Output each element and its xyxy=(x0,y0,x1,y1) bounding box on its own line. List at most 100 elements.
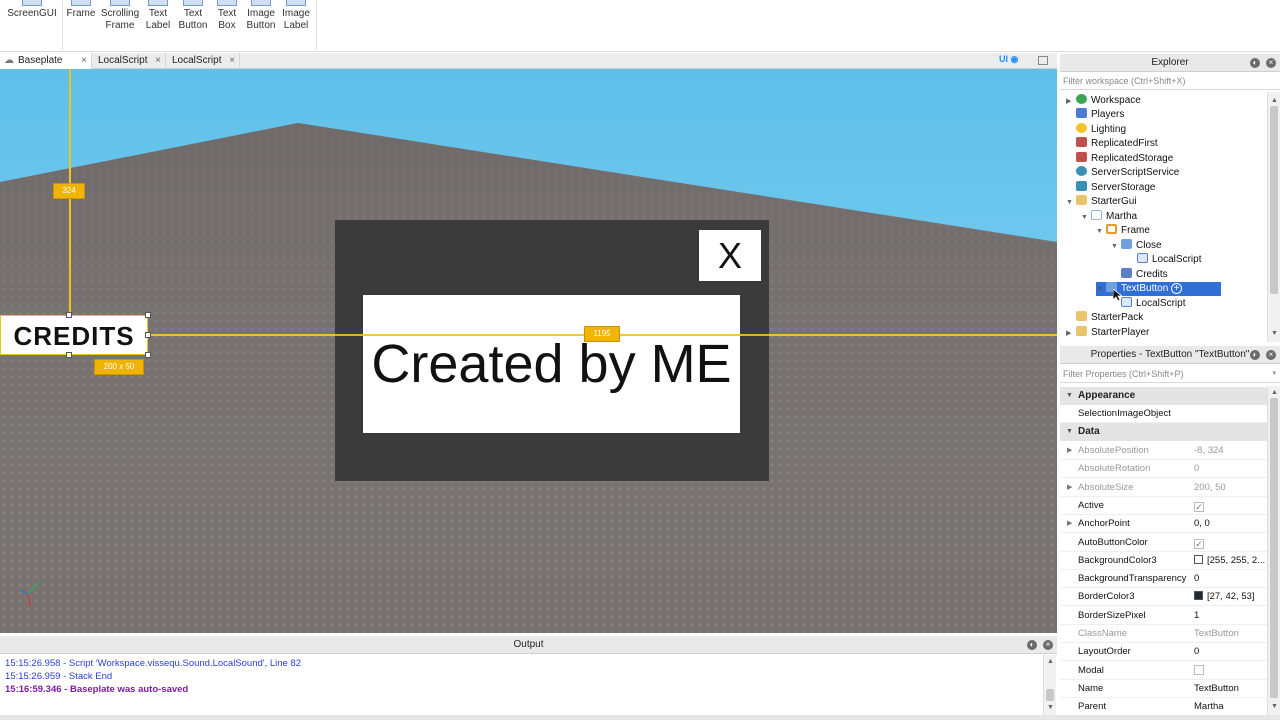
tree-item-close[interactable]: ▼ Close xyxy=(1111,239,1162,253)
explorer-scrollbar[interactable]: ▲ ▼ xyxy=(1267,92,1280,342)
tree-item-localscript[interactable]: LocalScript xyxy=(1127,253,1201,267)
dropdown-arrow-icon[interactable]: ▾ xyxy=(1272,367,1276,381)
property-value[interactable]: Martha xyxy=(1194,698,1224,716)
tree-item-credits[interactable]: Credits xyxy=(1111,268,1168,282)
collapse-arrow-icon[interactable]: ▼ xyxy=(1066,387,1073,405)
resize-handle[interactable] xyxy=(145,352,151,358)
tree-item-replicated-storage[interactable]: ReplicatedStorage xyxy=(1066,152,1173,166)
created-by-label[interactable]: Created by ME xyxy=(363,295,740,433)
ribbon-image-button-button[interactable]: Image Button xyxy=(244,0,278,32)
close-icon[interactable]: × xyxy=(229,53,235,69)
expand-arrow-icon[interactable]: ▶ xyxy=(1067,442,1072,460)
property-layout-order[interactable]: LayoutOrder 0 xyxy=(1060,643,1267,661)
active-checkbox[interactable]: ✓ xyxy=(1194,502,1204,512)
3d-viewport[interactable]: 324 1195 X Created by ME 1195 CREDITS 20… xyxy=(0,69,1057,633)
tree-item-lighting[interactable]: Lighting xyxy=(1066,123,1126,137)
tree-item-players[interactable]: Players xyxy=(1066,108,1124,122)
property-parent[interactable]: Parent Martha xyxy=(1060,698,1267,716)
resize-handle[interactable] xyxy=(145,332,151,338)
tree-item-starter-player[interactable]: ▶ StarterPlayer xyxy=(1066,326,1149,340)
properties-scrollbar[interactable]: ▲ ▼ xyxy=(1267,386,1280,716)
tree-item-server-storage[interactable]: ServerStorage xyxy=(1066,181,1155,195)
close-icon[interactable]: × xyxy=(1043,640,1053,650)
ribbon-image-label-button[interactable]: Image Label xyxy=(280,0,312,32)
ribbon-scrolling-frame-button[interactable]: Scrolling Frame xyxy=(100,0,140,32)
property-absolute-rotation[interactable]: AbsoluteRotation 0 xyxy=(1060,460,1267,478)
close-icon[interactable]: × xyxy=(155,53,161,69)
property-modal[interactable]: Modal xyxy=(1060,662,1267,680)
close-gui-button[interactable]: X xyxy=(699,230,761,281)
collapse-arrow-icon[interactable]: ▼ xyxy=(1066,423,1073,441)
property-value[interactable]: 1 xyxy=(1194,607,1199,625)
tab-localscript[interactable]: LocalScript × xyxy=(94,53,166,69)
scroll-up-icon[interactable]: ▲ xyxy=(1271,389,1278,396)
ribbon-text-button-button[interactable]: Text Button xyxy=(176,0,210,32)
property-value[interactable]: 0 xyxy=(1194,570,1199,588)
property-value[interactable]: TextButton xyxy=(1194,680,1239,698)
property-value[interactable]: 0, 0 xyxy=(1194,515,1210,533)
tree-item-frame[interactable]: ▼ Frame xyxy=(1096,224,1150,238)
expand-arrow-icon[interactable]: ▶ xyxy=(1067,515,1072,533)
property-absolute-size[interactable]: ▶ AbsoluteSize 200, 50 xyxy=(1060,479,1267,497)
scrollbar-thumb[interactable] xyxy=(1270,106,1278,294)
modal-checkbox[interactable] xyxy=(1194,665,1204,675)
scroll-up-icon[interactable]: ▲ xyxy=(1047,658,1054,665)
ribbon-frame-button[interactable]: Frame xyxy=(66,0,96,20)
property-selection-image-object[interactable]: SelectionImageObject xyxy=(1060,405,1267,423)
property-absolute-position[interactable]: ▶ AbsolutePosition -8, 324 xyxy=(1060,442,1267,460)
ui-visibility-toggle[interactable]: UI ◉ xyxy=(999,54,1018,65)
collapse-arrow-icon[interactable]: ▼ xyxy=(1096,283,1106,297)
tab-baseplate[interactable]: ☁ Baseplate × xyxy=(0,53,92,69)
category-data[interactable]: ▼ Data xyxy=(1060,423,1267,441)
undock-icon[interactable]: ◐ xyxy=(1027,640,1037,650)
property-active[interactable]: Active ✓ xyxy=(1060,497,1267,515)
properties-filter-input[interactable]: Filter Properties (Ctrl+Shift+P) ▾ xyxy=(1060,367,1280,383)
property-value[interactable]: [27, 42, 53] xyxy=(1207,591,1255,602)
scroll-down-icon[interactable]: ▼ xyxy=(1271,703,1278,710)
tree-item-martha[interactable]: ▼ Martha xyxy=(1081,210,1137,224)
tree-item-server-script-service[interactable]: ServerScriptService xyxy=(1066,166,1179,180)
scroll-down-icon[interactable]: ▼ xyxy=(1047,704,1054,711)
collapse-arrow-icon[interactable]: ▼ xyxy=(1081,211,1091,225)
scrollbar-thumb[interactable] xyxy=(1270,398,1278,698)
resize-handle[interactable] xyxy=(145,312,151,318)
scroll-up-icon[interactable]: ▲ xyxy=(1271,97,1278,104)
expand-arrow-icon[interactable]: ▶ xyxy=(1066,95,1076,109)
resize-handle[interactable] xyxy=(66,312,72,318)
category-appearance[interactable]: ▼ Appearance xyxy=(1060,387,1267,405)
property-background-color3[interactable]: BackgroundColor3 [255, 255, 2... xyxy=(1060,552,1267,570)
property-value[interactable]: 0 xyxy=(1194,643,1199,661)
tree-item-workspace[interactable]: ▶ Workspace xyxy=(1066,94,1141,108)
tab-localscript[interactable]: LocalScript × xyxy=(168,53,240,69)
property-class-name[interactable]: ClassName TextButton xyxy=(1060,625,1267,643)
tree-item-starter-gui[interactable]: ▼ StarterGui xyxy=(1066,195,1137,209)
property-background-transparency[interactable]: BackgroundTransparency 0 xyxy=(1060,570,1267,588)
property-name[interactable]: Name TextButton xyxy=(1060,680,1267,698)
collapse-arrow-icon[interactable]: ▼ xyxy=(1096,225,1106,239)
property-value[interactable]: [255, 255, 2... xyxy=(1207,555,1265,566)
output-log[interactable]: 15:15:26.958 - Script 'Workspace.vissequ… xyxy=(0,655,1057,715)
scrollbar-thumb[interactable] xyxy=(1046,689,1054,701)
maximize-icon[interactable] xyxy=(1038,56,1048,65)
property-anchor-point[interactable]: ▶ AnchorPoint 0, 0 xyxy=(1060,515,1267,533)
undock-icon[interactable]: ◐ xyxy=(1250,58,1260,68)
close-icon[interactable]: × xyxy=(1266,58,1276,68)
expand-arrow-icon[interactable]: ▶ xyxy=(1067,479,1072,497)
ribbon-text-label-button[interactable]: Text Label xyxy=(144,0,172,32)
tree-item-starter-pack[interactable]: StarterPack xyxy=(1066,311,1143,325)
undock-icon[interactable]: ◐ xyxy=(1250,350,1260,360)
expand-arrow-icon[interactable]: ▶ xyxy=(1066,327,1076,341)
ribbon-text-box-button[interactable]: Text Box xyxy=(214,0,240,32)
collapse-arrow-icon[interactable]: ▼ xyxy=(1111,240,1121,254)
color-swatch[interactable] xyxy=(1194,591,1203,600)
auto-button-color-checkbox[interactable]: ✓ xyxy=(1194,539,1204,549)
property-auto-button-color[interactable]: AutoButtonColor ✓ xyxy=(1060,534,1267,552)
property-border-size-pixel[interactable]: BorderSizePixel 1 xyxy=(1060,607,1267,625)
close-icon[interactable]: × xyxy=(81,53,87,69)
collapse-arrow-icon[interactable]: ▼ xyxy=(1066,196,1076,210)
output-scrollbar[interactable]: ▲ ▼ xyxy=(1043,655,1056,715)
property-border-color3[interactable]: BorderColor3 [27, 42, 53] xyxy=(1060,588,1267,606)
tree-item-replicated-first[interactable]: ReplicatedFirst xyxy=(1066,137,1158,151)
color-swatch[interactable] xyxy=(1194,555,1203,564)
scroll-down-icon[interactable]: ▼ xyxy=(1271,330,1278,337)
